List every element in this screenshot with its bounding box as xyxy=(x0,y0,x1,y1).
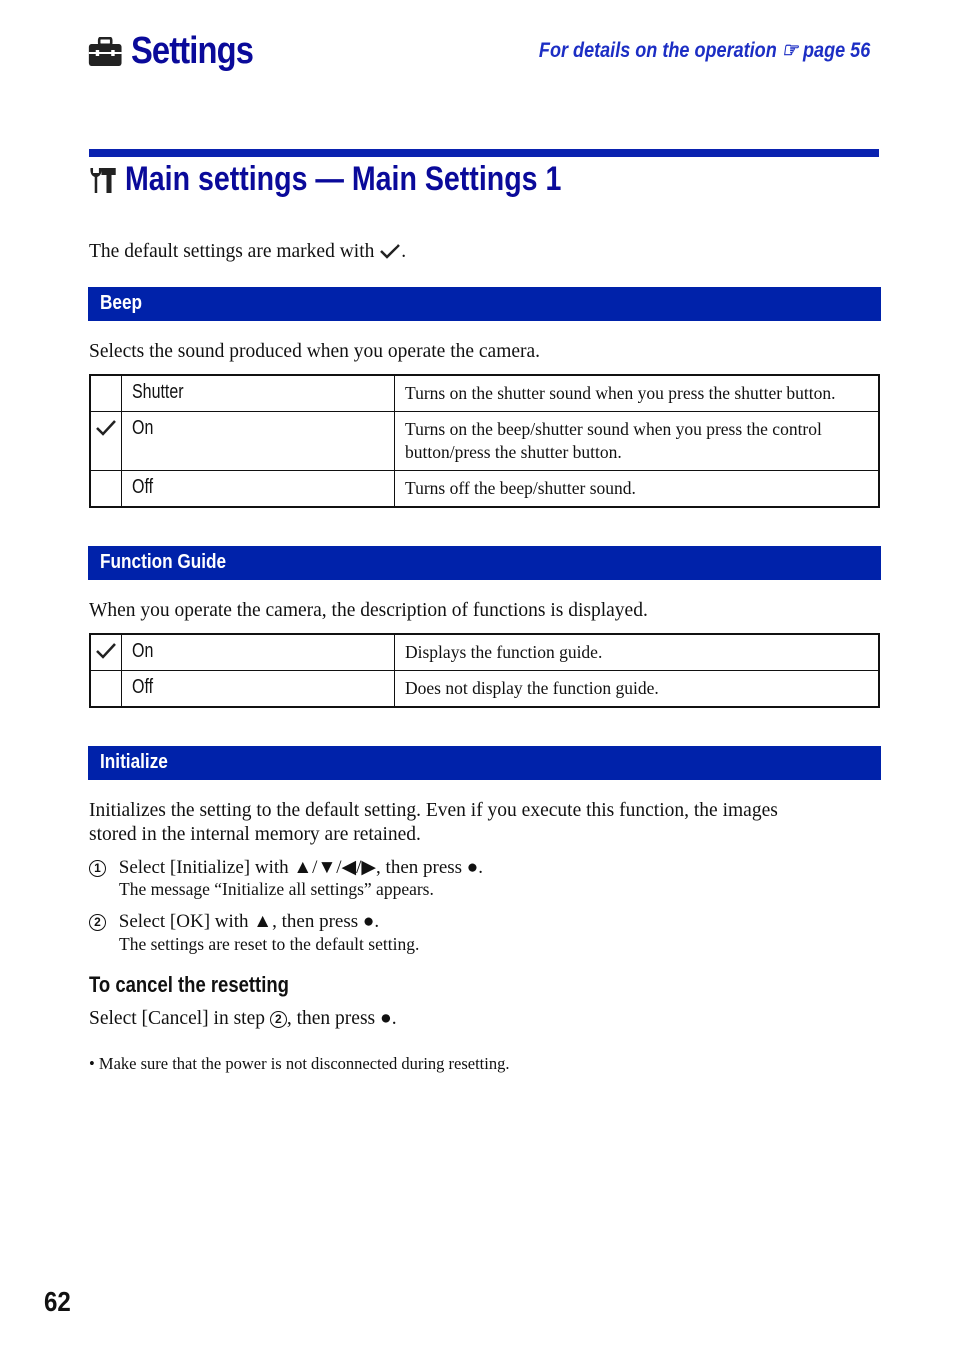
section-bar-beep: Beep xyxy=(88,287,881,321)
default-note-text: The default settings are marked with xyxy=(89,241,375,262)
option-label: Off xyxy=(132,476,154,498)
table-row[interactable]: On Displays the function guide. xyxy=(89,633,880,671)
pointing-hand-icon: ☞ xyxy=(781,39,798,62)
toolbox-icon xyxy=(88,36,122,66)
option-description: Displays the function guide. xyxy=(394,633,880,671)
step-number: 2 xyxy=(269,1010,287,1028)
beep-description: Selects the sound produced when you oper… xyxy=(89,341,541,362)
initialize-description-line1: Initializes the setting to the default s… xyxy=(89,800,778,821)
page-reference-link[interactable]: For details on the operation ☞ page 56 xyxy=(539,38,870,63)
step-2: 2 Select [OK] with ▲, then press ●. xyxy=(89,911,379,933)
step-result: The message “Initialize all settings” ap… xyxy=(119,879,434,899)
section-rule xyxy=(89,149,879,157)
option-description: Turns off the beep/shutter sound. xyxy=(394,470,880,508)
cancel-text: Select [Cancel] in step xyxy=(89,1008,265,1029)
table-row[interactable]: Off Turns off the beep/shutter sound. xyxy=(89,470,880,508)
beep-heading: Beep xyxy=(100,292,143,314)
section-bar-initialize: Initialize xyxy=(88,746,881,780)
cancel-suffix: , then press ●. xyxy=(286,1008,397,1029)
section-title: Main settings — Main Settings 1 xyxy=(88,160,561,199)
function-guide-heading: Function Guide xyxy=(100,551,227,573)
default-marker-cell xyxy=(89,470,122,508)
note-bullet: • Make sure that the power is not discon… xyxy=(89,1054,509,1074)
page-title-text: Settings xyxy=(131,30,254,72)
section-bar-function-guide: Function Guide xyxy=(88,546,881,580)
page-number: 62 xyxy=(44,1286,71,1317)
step-number: 2 xyxy=(89,913,106,931)
option-description: Does not display the function guide. xyxy=(394,670,880,708)
default-marker-cell xyxy=(89,633,122,671)
option-description: Turns on the beep/shutter sound when you… xyxy=(394,411,880,471)
option-label: On xyxy=(132,417,154,439)
table-row[interactable]: Off Does not display the function guide. xyxy=(89,670,880,708)
step-result: The settings are reset to the default se… xyxy=(119,934,420,954)
option-description: Turns on the shutter sound when you pres… xyxy=(394,374,880,412)
beep-options-table: Shutter Turns on the shutter sound when … xyxy=(89,374,880,508)
initialize-heading: Initialize xyxy=(100,751,168,773)
page-title: Settings xyxy=(88,30,254,73)
function-guide-options-table: On Displays the function guide. Off Does… xyxy=(89,633,880,708)
step-1: 1 Select [Initialize] with ▲/▼/◀/▶, then… xyxy=(89,856,483,879)
default-note: The default settings are marked with . xyxy=(89,241,406,263)
table-row[interactable]: On Turns on the beep/shutter sound when … xyxy=(89,411,880,471)
wrench-hammer-icon xyxy=(90,167,116,193)
function-guide-description: When you operate the camera, the descrip… xyxy=(89,600,648,621)
default-marker-cell xyxy=(89,670,122,708)
default-marker-cell xyxy=(89,411,122,471)
option-label: Off xyxy=(132,676,154,698)
default-note-suffix: . xyxy=(401,241,407,262)
checkmark-icon xyxy=(96,643,116,659)
step-text: Select [Initialize] with ▲/▼/◀/▶, then p… xyxy=(118,857,484,878)
cancel-instruction: Select [Cancel] in step 2, then press ●. xyxy=(89,1008,397,1030)
option-label: Shutter xyxy=(132,381,184,403)
checkmark-icon xyxy=(96,420,116,436)
note-text: Make sure that the power is not disconne… xyxy=(98,1054,510,1073)
step-text: Select [OK] with ▲, then press ●. xyxy=(118,911,380,932)
option-label: On xyxy=(132,640,154,662)
default-marker-cell xyxy=(89,374,122,412)
cancel-heading: To cancel the resetting xyxy=(89,972,289,997)
bullet-icon: • xyxy=(89,1054,99,1073)
step-number: 1 xyxy=(89,859,106,877)
checkmark-icon xyxy=(380,244,401,259)
section-title-text: Main settings — Main Settings 1 xyxy=(124,160,562,198)
reference-page: page 56 xyxy=(802,39,870,62)
table-row[interactable]: Shutter Turns on the shutter sound when … xyxy=(89,374,880,412)
initialize-description-line2: stored in the internal memory are retain… xyxy=(89,824,421,845)
reference-text: For details on the operation xyxy=(538,39,777,62)
